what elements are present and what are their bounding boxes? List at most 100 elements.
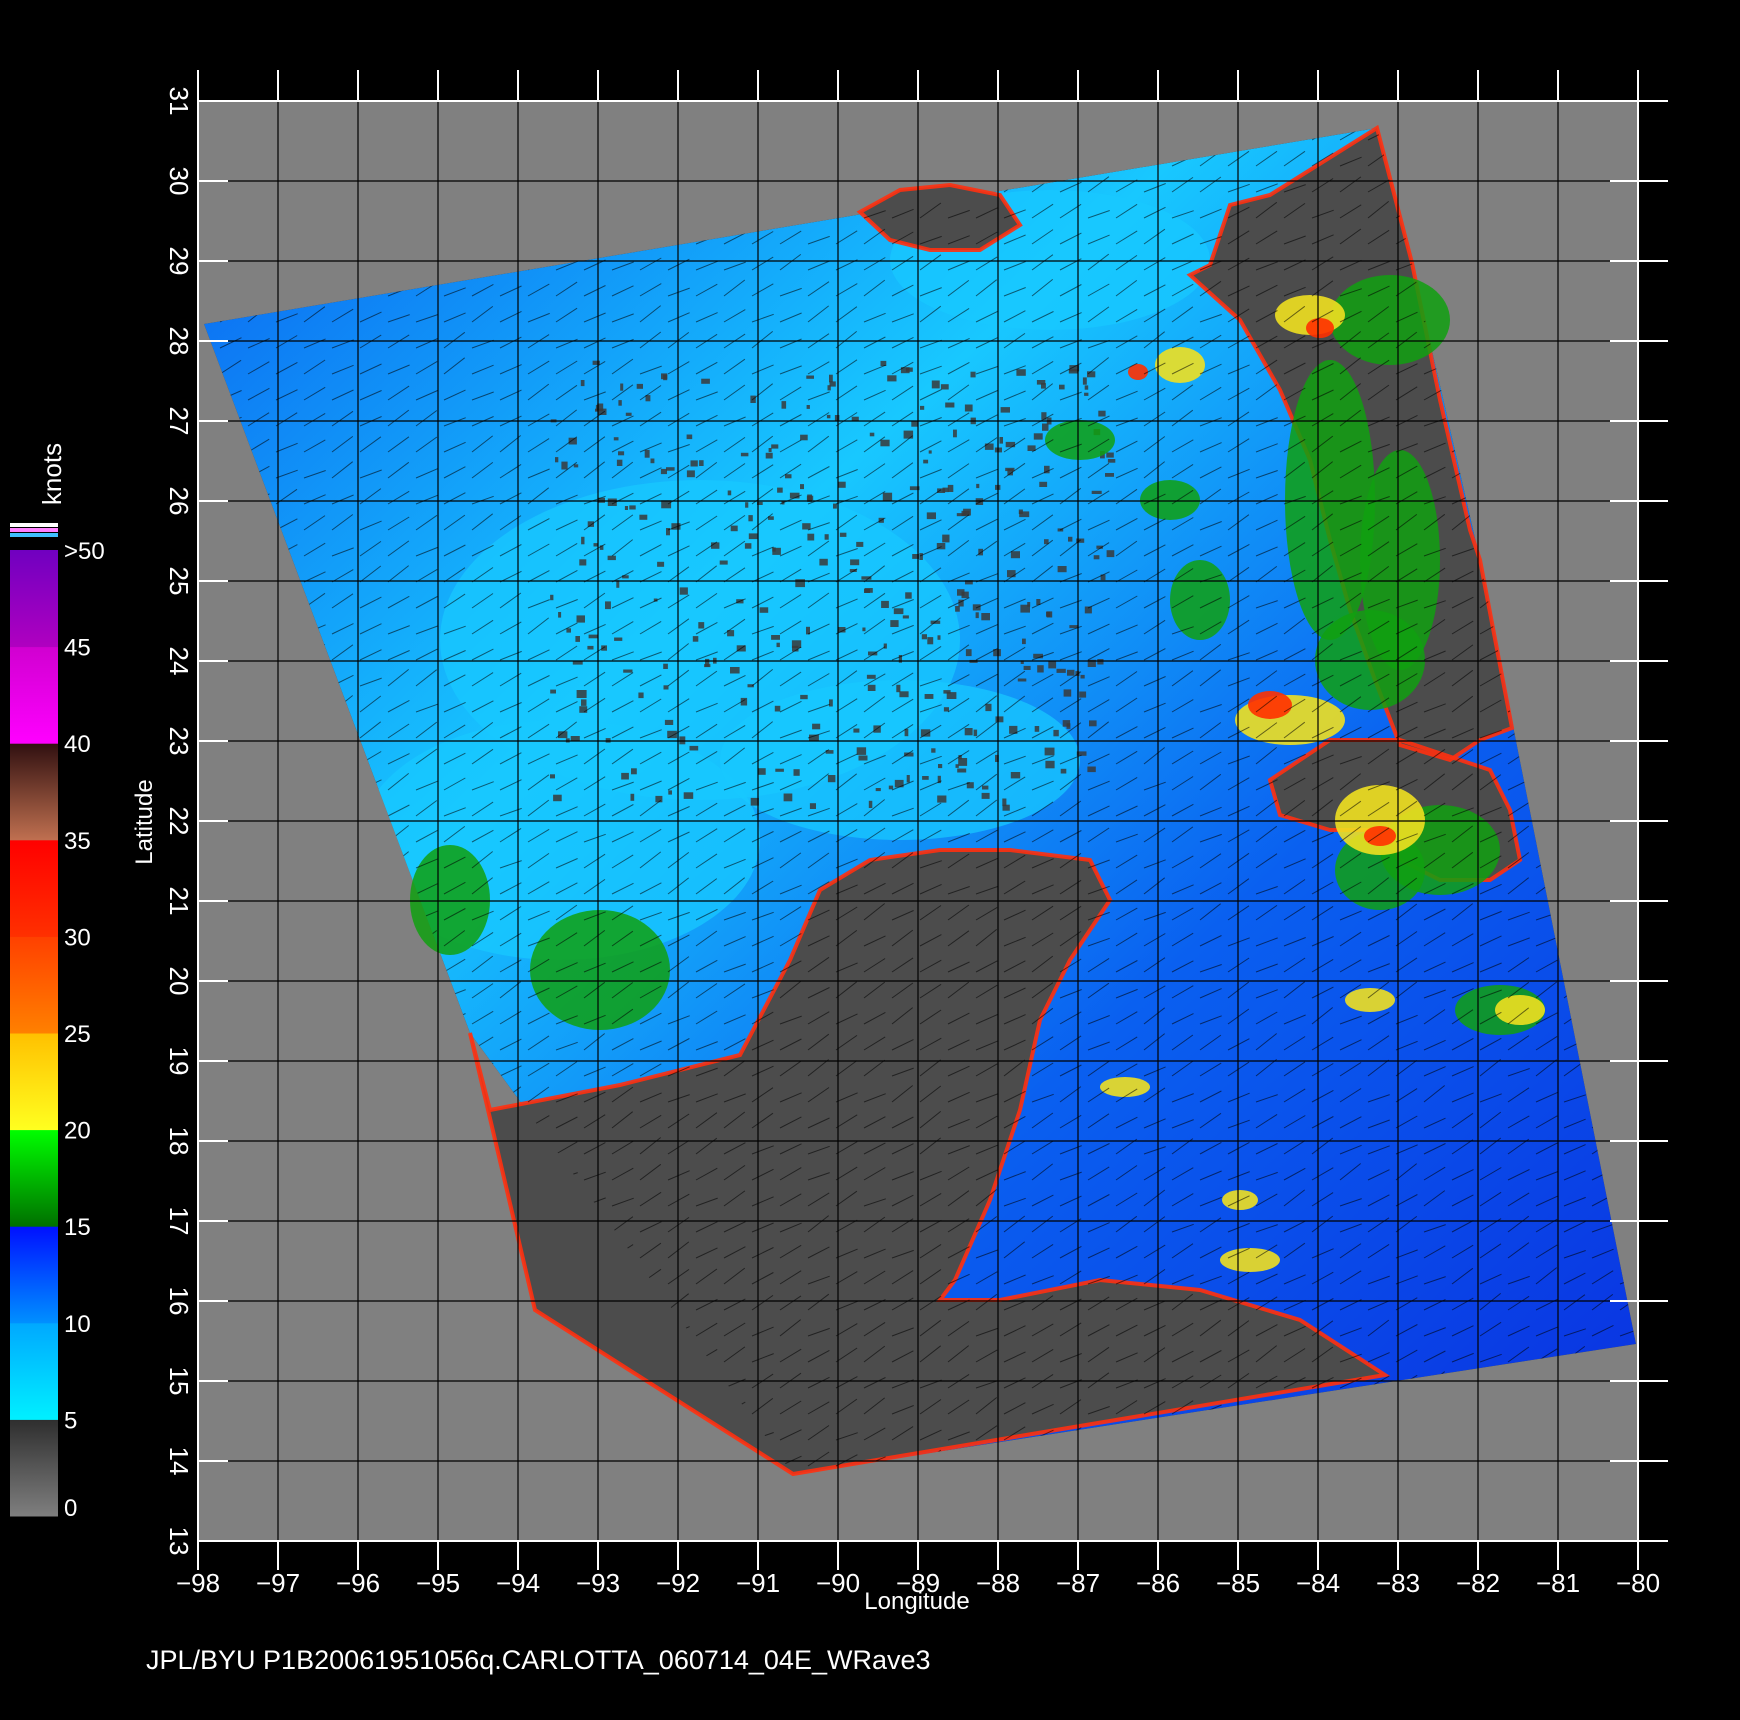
low-wind-cell [943, 707, 949, 712]
low-wind-cell [958, 758, 968, 766]
low-wind-cell [953, 429, 957, 438]
low-wind-cell [862, 627, 866, 632]
low-wind-cell [1097, 659, 1104, 665]
low-wind-cell [945, 402, 955, 408]
low-wind-cell [576, 690, 587, 698]
low-wind-cell [922, 776, 929, 780]
y-tick-label: 15 [164, 1367, 194, 1396]
low-wind-cell [1059, 384, 1065, 390]
low-wind-cell [1007, 570, 1016, 578]
low-wind-cell [575, 636, 580, 642]
y-axis-label: Latitude [131, 779, 158, 864]
y-tick-label: 25 [164, 567, 194, 596]
colorbar-band [10, 1322, 58, 1420]
low-wind-cell [1067, 669, 1075, 676]
map-area [197, 100, 1639, 1542]
low-wind-cell [834, 415, 840, 421]
wind-moderate-wind-patch [530, 910, 670, 1030]
colorbar-tick-label: 35 [64, 828, 91, 855]
low-wind-cell [624, 506, 628, 510]
low-wind-cell [802, 523, 811, 530]
low-wind-cell [791, 640, 802, 648]
low-wind-cell [605, 738, 611, 743]
x-tick-label: −98 [176, 1568, 220, 1598]
low-wind-cell [1016, 369, 1026, 376]
low-wind-cell [550, 774, 555, 779]
low-wind-cell [1010, 551, 1020, 559]
low-wind-cell [957, 768, 967, 773]
x-tick-label: −83 [1376, 1568, 1420, 1598]
low-wind-cell [921, 634, 927, 640]
low-wind-cell [625, 412, 632, 416]
low-wind-cell [772, 547, 781, 555]
colorbar-over-swatch [10, 523, 58, 527]
y-tick-label: 17 [164, 1207, 194, 1236]
low-wind-cell [1068, 369, 1079, 374]
low-wind-cell [568, 437, 577, 445]
low-wind-cell [1042, 423, 1049, 431]
low-wind-cell [550, 689, 556, 694]
wind-strong-wind-patch [1495, 995, 1545, 1025]
low-wind-cell [1023, 665, 1031, 670]
low-wind-cell [931, 748, 936, 753]
wind-moderate-wind-patch [1170, 560, 1230, 640]
low-wind-cell [970, 371, 976, 378]
y-tick-label: 31 [164, 87, 194, 116]
y-tick-label: 21 [164, 887, 194, 916]
low-wind-cell [618, 400, 622, 406]
low-wind-cell [965, 649, 972, 657]
low-wind-cell [730, 525, 738, 532]
colorbar-band [10, 743, 58, 841]
low-wind-cell [905, 367, 913, 372]
low-wind-cell [1063, 689, 1072, 697]
low-wind-cell [806, 375, 814, 379]
low-wind-cell [1048, 661, 1057, 669]
wind-strong-wind-patch [1100, 1077, 1150, 1097]
low-wind-cell [1068, 536, 1073, 542]
low-wind-cell [768, 448, 772, 453]
wind-gale-patch [1306, 318, 1334, 338]
low-wind-cell [686, 470, 695, 478]
colorbar-tick-label: 25 [64, 1021, 91, 1048]
low-wind-cell [573, 464, 579, 468]
low-wind-cell [1062, 720, 1071, 727]
low-wind-cell [964, 404, 973, 412]
low-wind-cell [942, 534, 950, 543]
low-wind-cell [630, 793, 635, 801]
low-wind-cell [613, 437, 619, 441]
low-wind-cell [629, 505, 636, 510]
colorbar-tick-label: 40 [64, 731, 91, 758]
low-wind-cell [903, 430, 914, 439]
y-tick-label: 14 [164, 1447, 194, 1476]
y-tick-label: 19 [164, 1047, 194, 1076]
low-wind-cell [1034, 726, 1040, 732]
low-wind-cell [1005, 467, 1015, 472]
low-wind-cell [1037, 665, 1044, 673]
low-wind-cell [827, 775, 836, 783]
low-wind-cell [607, 555, 616, 561]
low-wind-cell [660, 468, 667, 475]
low-wind-cell [882, 492, 893, 501]
low-wind-cell [1084, 385, 1089, 390]
low-wind-cell [588, 634, 598, 639]
colorbar-tick-label: 45 [64, 635, 91, 662]
low-wind-cell [800, 694, 808, 700]
low-wind-cell [924, 694, 934, 699]
low-wind-cell [985, 703, 992, 712]
wind-strong-wind-patch [1345, 988, 1395, 1012]
low-wind-cell [783, 793, 793, 802]
low-wind-cell [1107, 459, 1116, 463]
colorbar-tick-label: >50 [64, 538, 105, 565]
wind-moderate-wind-patch [410, 845, 490, 955]
low-wind-cell [1019, 511, 1030, 518]
low-wind-cell [576, 615, 585, 623]
low-wind-cell [927, 637, 934, 645]
low-wind-cell [759, 607, 769, 613]
low-wind-cell [893, 608, 904, 615]
low-wind-cell [740, 452, 749, 457]
x-tick-label: −87 [1056, 1568, 1100, 1598]
x-tick-label: −93 [576, 1568, 620, 1598]
low-wind-cell [940, 384, 949, 390]
low-wind-cell [650, 458, 655, 464]
low-wind-cell [976, 483, 980, 489]
